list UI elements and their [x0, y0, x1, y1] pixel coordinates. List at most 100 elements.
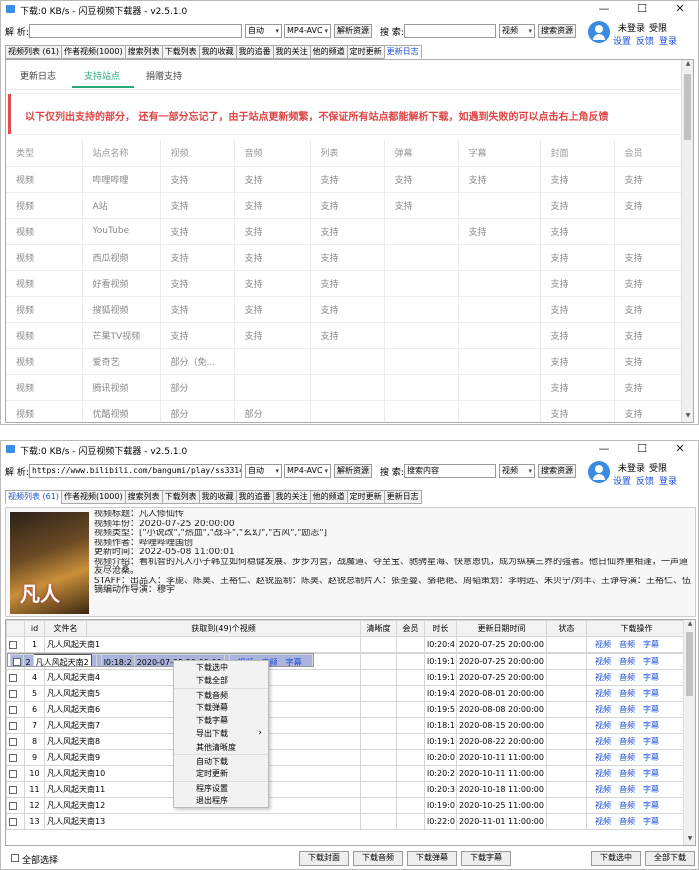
login-link[interactable]: 登录 — [659, 34, 677, 47]
download-subtitle-link[interactable]: 字幕 — [643, 657, 659, 666]
download-video-link[interactable]: 视频 — [595, 737, 611, 746]
row-checkbox-cell[interactable] — [6, 636, 25, 653]
context-menu-item[interactable]: 下载音频 — [174, 687, 268, 701]
download-subtitle-button[interactable]: 下载字幕 — [461, 851, 511, 866]
settings-link[interactable]: 设置 — [613, 34, 631, 47]
tab-following[interactable]: 我的关注 — [272, 45, 310, 59]
row-checkbox[interactable] — [9, 769, 17, 778]
tab-favorites[interactable]: 我的收藏 — [198, 490, 236, 504]
row-checkbox[interactable] — [9, 753, 17, 762]
tab-follow-bangumi[interactable]: 我的追番 — [235, 490, 273, 504]
table-row[interactable]: 8 凡人风起天南8 l0:19:1 2020-08-22 20:00:00 视频 音频 字幕 — [6, 733, 687, 750]
table-row[interactable]: 11 凡人风起天南11 l0:20:3 2020-10-18 11:00:00 视频 音频… — [6, 781, 687, 798]
download-audio-link[interactable]: 音频 — [619, 817, 635, 826]
row-checkbox[interactable] — [9, 705, 17, 714]
download-audio-link[interactable]: 音频 — [619, 737, 635, 746]
download-audio-link[interactable]: 音频 — [619, 689, 635, 698]
download-subtitle-link[interactable]: 字幕 — [643, 640, 659, 649]
scroll-up-icon[interactable]: ▲ — [682, 60, 693, 70]
close-button[interactable]: ✕ — [661, 1, 698, 17]
search-button[interactable]: 搜索资源 — [538, 24, 576, 38]
tab-follow-bangumi[interactable]: 我的追番 — [235, 45, 273, 59]
download-all-button[interactable]: 全部下载 — [645, 851, 695, 866]
download-audio-button[interactable]: 下载音频 — [353, 851, 403, 866]
download-subtitle-link[interactable]: 字幕 — [286, 658, 302, 667]
row-checkbox[interactable] — [9, 640, 17, 649]
settings-link[interactable]: 设置 — [613, 474, 631, 487]
maximize-button[interactable]: ☐ — [623, 441, 661, 457]
search-input[interactable] — [404, 24, 496, 38]
vertical-scrollbar[interactable]: ▲ ▼ — [683, 620, 695, 845]
context-menu-item[interactable]: 定时更新 — [174, 767, 268, 780]
download-audio-link[interactable]: 音频 — [619, 769, 635, 778]
download-subtitle-link[interactable]: 字幕 — [643, 753, 659, 762]
tab-following[interactable]: 我的关注 — [272, 490, 310, 504]
table-row[interactable]: 12 凡人风起天南12 l0:19:0 2020-10-25 11:00:00 视频 音频… — [6, 797, 687, 814]
quality-select[interactable]: 自动 ▾ — [245, 24, 282, 38]
table-row[interactable]: 7 凡人风起天南7 l0:18:1 2020-08-15 20:00:00 视频 音频 字幕 — [6, 717, 687, 734]
table-row[interactable]: 9 凡人风起天南9 l0:20:0 2020-10-11 11:00:00 视频 音频 字幕 — [6, 749, 687, 766]
row-checkbox[interactable] — [9, 673, 17, 682]
download-video-link[interactable]: 视频 — [595, 689, 611, 698]
download-video-link[interactable]: 视频 — [595, 657, 611, 666]
tab-scheduled-update[interactable]: 定时更新 — [346, 45, 384, 59]
format-select[interactable]: MP4-AVC ▾ — [284, 464, 331, 478]
row-checkbox-cell[interactable] — [6, 813, 25, 830]
download-audio-link[interactable]: 音频 — [619, 721, 635, 730]
search-input[interactable]: 搜索内容 — [404, 464, 496, 478]
download-video-link[interactable]: 视频 — [595, 753, 611, 762]
tab-changelog[interactable]: 更新日志 — [383, 45, 422, 59]
download-subtitle-link[interactable]: 字幕 — [643, 785, 659, 794]
scroll-down-icon[interactable]: ▼ — [684, 835, 695, 845]
download-subtitle-link[interactable]: 字幕 — [643, 817, 659, 826]
download-audio-link[interactable]: 音频 — [619, 801, 635, 810]
download-selected-button[interactable]: 下载选中 — [591, 851, 641, 866]
context-menu-item[interactable]: 其他清晰度 — [174, 741, 268, 754]
row-checkbox-cell[interactable] — [6, 781, 25, 798]
download-subtitle-link[interactable]: 字幕 — [643, 705, 659, 714]
tab-author-videos[interactable]: 作者视频(1000) — [60, 490, 125, 504]
download-subtitle-link[interactable]: 字幕 — [643, 737, 659, 746]
row-checkbox[interactable] — [9, 721, 17, 730]
table-row[interactable]: 1 凡人风起天南1 l0:20:4 2020-07-25 20:00:00 视频 音频 字幕 — [6, 636, 687, 653]
table-row[interactable]: 13 凡人风起天南13 l0:22:0 2020-11-01 11:00:00 视频 音频… — [6, 813, 687, 830]
download-audio-link[interactable]: 音频 — [619, 640, 635, 649]
search-button[interactable]: 搜索资源 — [538, 464, 576, 478]
download-subtitle-link[interactable]: 字幕 — [643, 689, 659, 698]
table-row[interactable]: 6 凡人风起天南6 l0:19:5 2020-08-08 20:00:00 视频 音频 字幕 — [6, 701, 687, 718]
download-video-link[interactable]: 视频 — [595, 785, 611, 794]
context-menu-item[interactable]: 下载选中 — [174, 661, 268, 674]
url-input[interactable] — [29, 24, 242, 38]
site-select[interactable]: 视频 ▾ — [499, 24, 535, 38]
url-input[interactable]: https://www.bilibili.com/bangumi/play/ss… — [29, 464, 242, 478]
download-audio-link[interactable]: 音频 — [619, 753, 635, 762]
format-select[interactable]: MP4-AVC ▾ — [284, 24, 331, 38]
download-video-link[interactable]: 视频 — [595, 705, 611, 714]
download-video-link[interactable]: 视频 — [595, 801, 611, 810]
parse-button[interactable]: 解析资源 — [334, 24, 372, 38]
scroll-up-icon[interactable]: ▲ — [684, 620, 695, 630]
row-checkbox-cell[interactable] — [6, 669, 25, 686]
context-menu-item[interactable]: 程序设置 — [174, 780, 268, 794]
subtab-changelog[interactable]: 更新日志 — [20, 69, 56, 82]
download-cover-button[interactable]: 下载封面 — [299, 851, 349, 866]
tab-video-list[interactable]: 视频列表 (61) — [5, 490, 61, 504]
context-menu-item[interactable]: 下载全部 — [174, 674, 268, 687]
tab-download-list[interactable]: 下载列表 — [161, 490, 199, 504]
parse-button[interactable]: 解析资源 — [334, 464, 372, 478]
close-button[interactable]: ✕ — [661, 441, 698, 457]
tab-download-list[interactable]: 下载列表 — [161, 45, 199, 59]
row-checkbox[interactable] — [9, 801, 17, 810]
tab-his-channel[interactable]: 他的频道 — [309, 45, 347, 59]
quality-select[interactable]: 自动 ▾ — [245, 464, 282, 478]
scroll-down-icon[interactable]: ▼ — [682, 412, 693, 422]
tab-author-videos[interactable]: 作者视频(1000) — [60, 45, 125, 59]
row-checkbox[interactable] — [9, 737, 17, 746]
context-menu-item[interactable]: 退出程序 — [174, 794, 268, 807]
user-avatar-icon[interactable] — [588, 21, 610, 43]
download-video-link[interactable]: 视频 — [595, 721, 611, 730]
feedback-link[interactable]: 反馈 — [636, 34, 654, 47]
context-menu-item[interactable]: 自动下载 — [174, 754, 268, 767]
context-menu-item[interactable]: 下载弹幕 — [174, 701, 268, 714]
row-checkbox-cell[interactable] — [9, 654, 24, 666]
